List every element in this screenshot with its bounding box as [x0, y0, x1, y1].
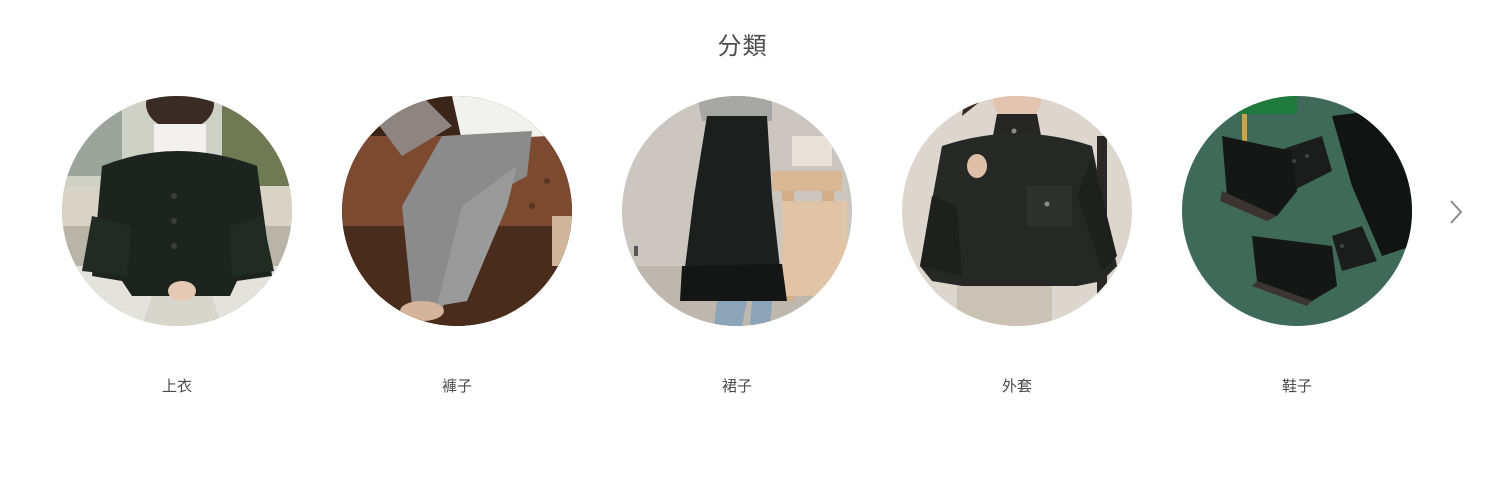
- pants-photo-icon: [342, 96, 572, 326]
- cardigan-photo-icon: [62, 96, 292, 326]
- category-label: 裙子: [721, 377, 752, 395]
- category-card-tops[interactable]: 上衣: [62, 96, 292, 406]
- category-card-shoes[interactable]: 鞋子: [1182, 96, 1412, 406]
- chevron-right-icon: [1450, 200, 1463, 224]
- category-label: 上衣: [161, 377, 192, 395]
- category-card-pants[interactable]: 褲子: [342, 96, 572, 406]
- skirt-photo-icon: [622, 96, 852, 326]
- category-card-skirts[interactable]: 裙子: [622, 96, 852, 406]
- carousel-next-button[interactable]: [1444, 195, 1468, 229]
- shoes-photo-icon: [1182, 96, 1412, 326]
- category-carousel: 上衣 褲子 裙子 外套 鞋子: [0, 96, 1485, 416]
- category-card-jackets[interactable]: 外套: [902, 96, 1132, 406]
- category-label: 外套: [1001, 377, 1032, 395]
- jacket-photo-icon: [902, 96, 1132, 326]
- category-label: 褲子: [441, 377, 472, 395]
- section-title: 分類: [717, 32, 768, 60]
- category-label: 鞋子: [1281, 377, 1312, 395]
